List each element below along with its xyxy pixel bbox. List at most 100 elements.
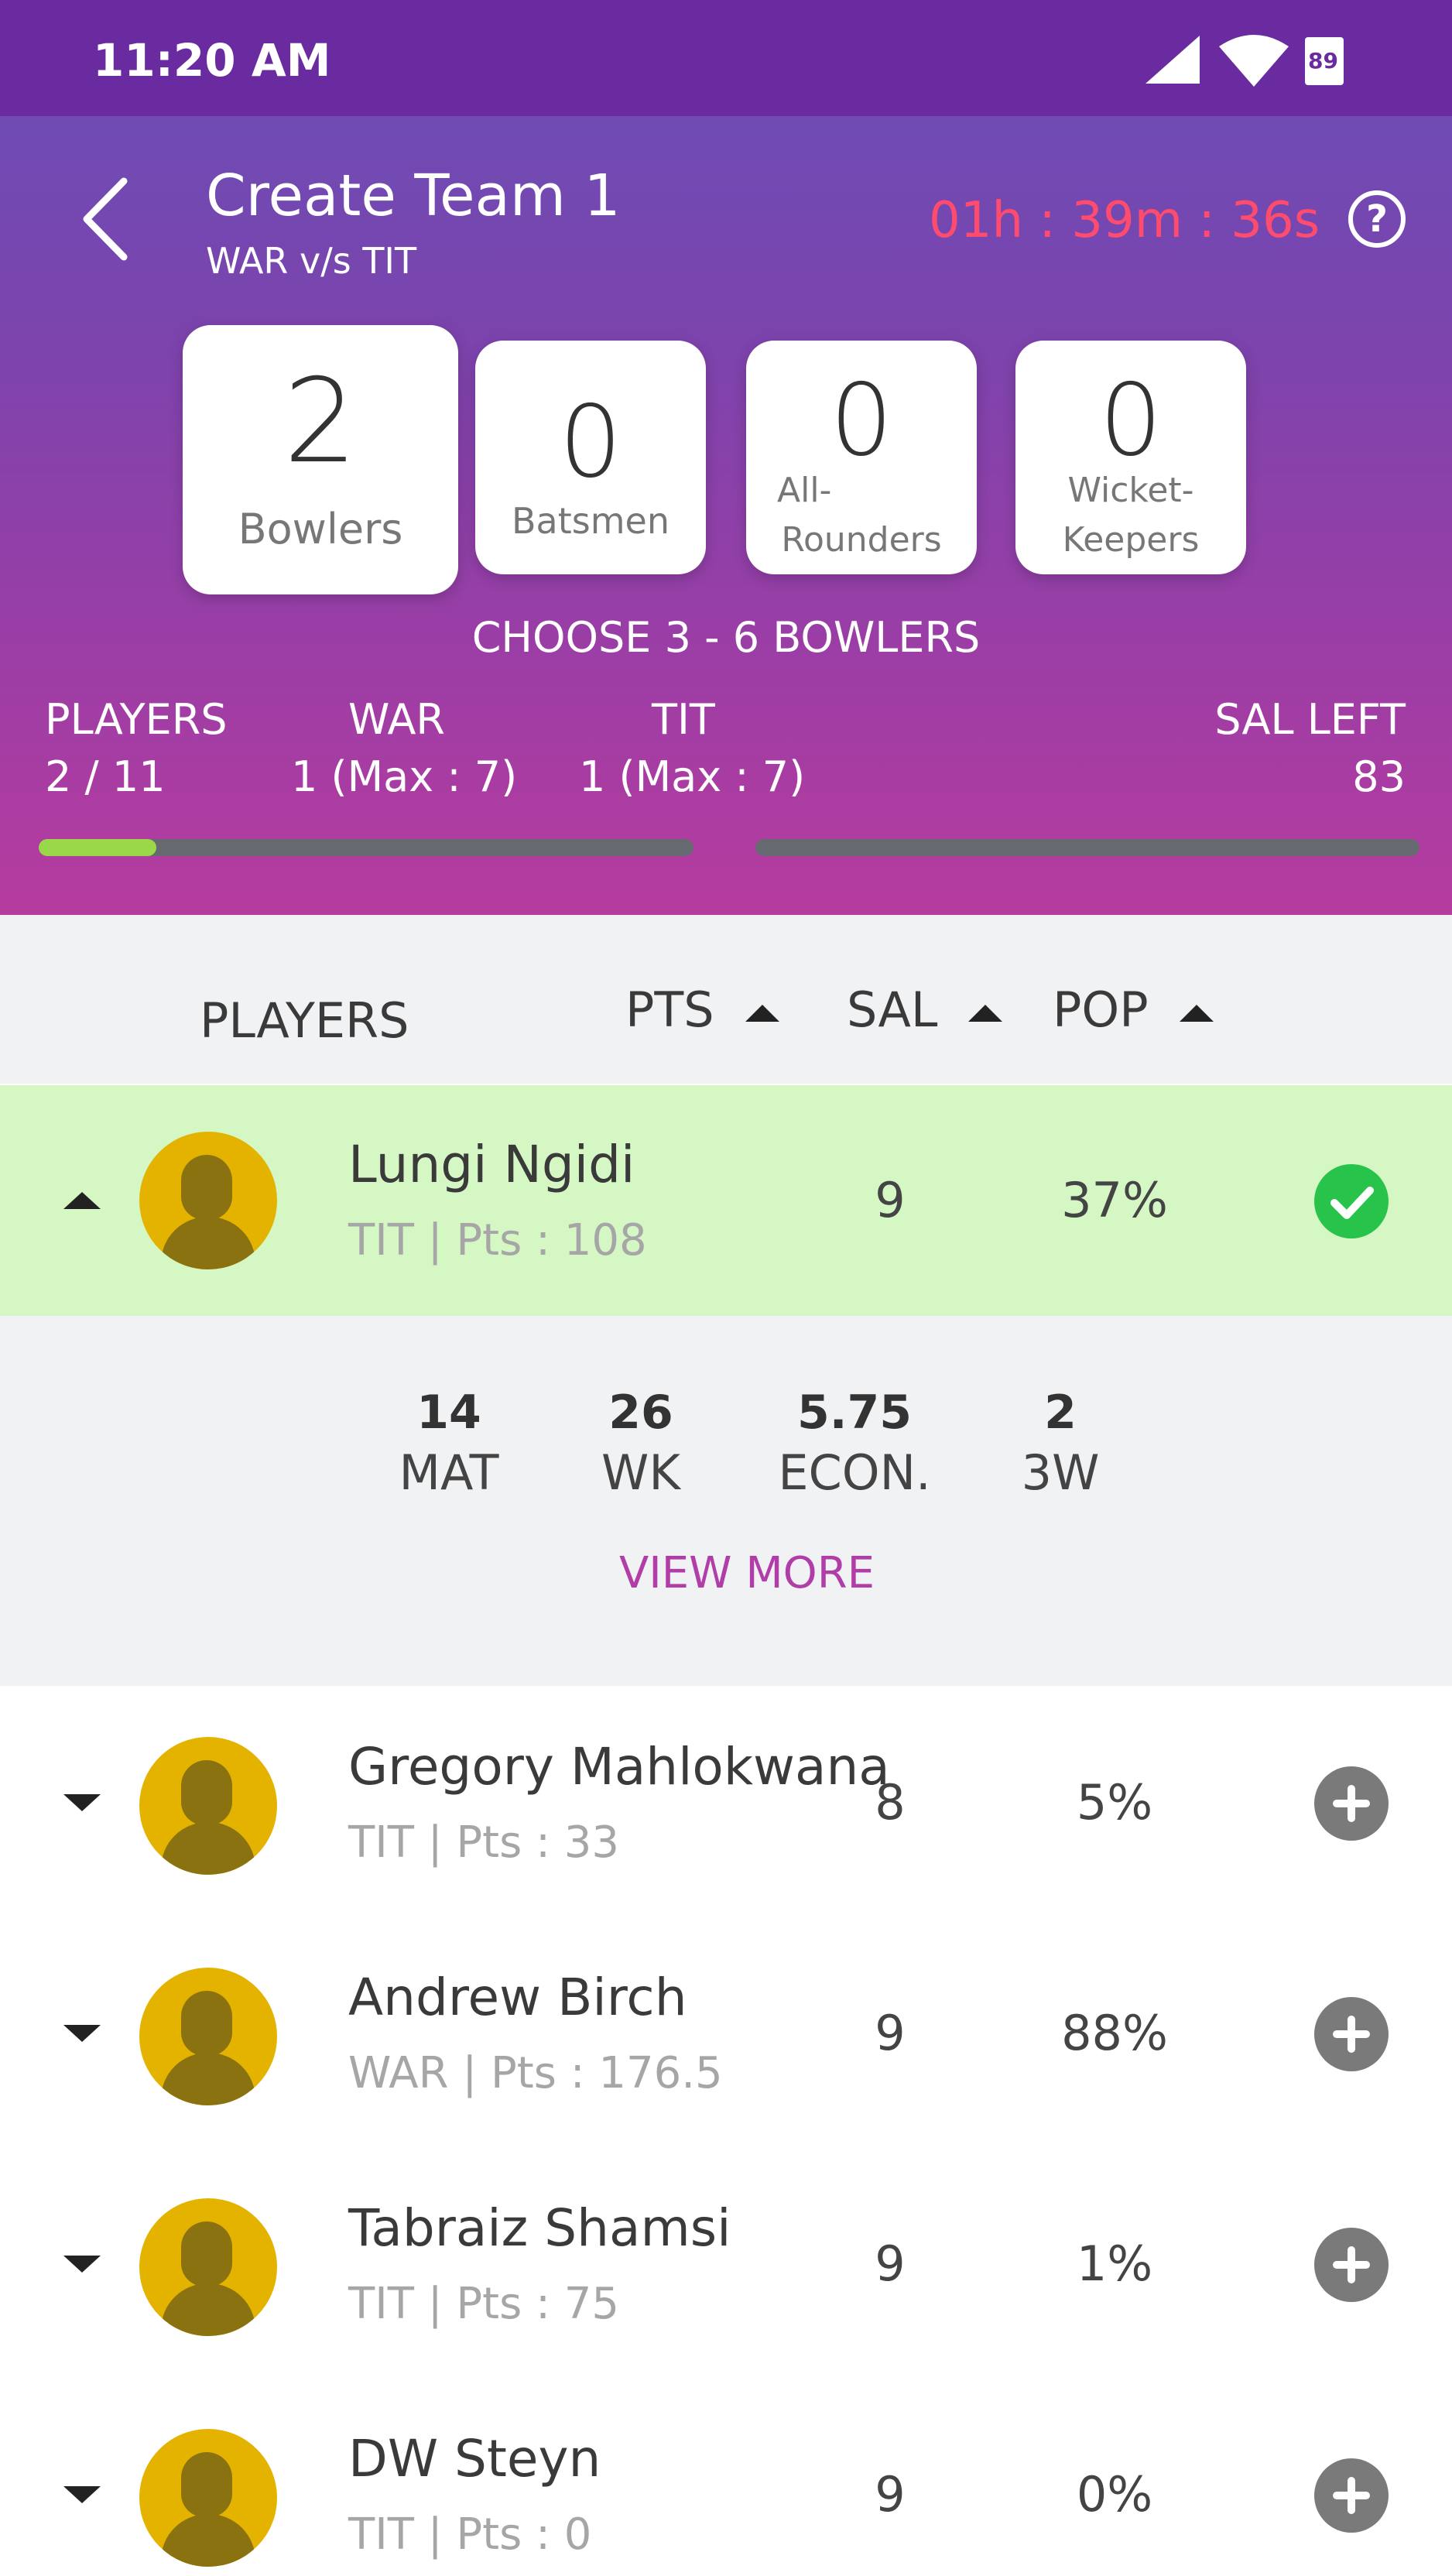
wicket-keepers-label-line2: Keepers [1062, 520, 1200, 560]
column-pop: POP [1053, 981, 1149, 1038]
avatar-head [181, 1155, 232, 1220]
stat-matches: 14 MAT [348, 1386, 550, 1501]
page-title: Create Team 1 [206, 163, 621, 229]
back-arrow-icon[interactable] [77, 176, 132, 262]
player-name: DW Steyn [348, 2429, 601, 2489]
add-player-plus-icon[interactable] [1314, 1766, 1389, 1841]
player-salary: 9 [875, 2235, 906, 2292]
wifi-icon [1219, 35, 1289, 87]
player-popularity: 0% [1076, 2466, 1153, 2523]
player-row[interactable]: Andrew Birch WAR | Pts : 176.5 9 88% [0, 1918, 1452, 2149]
status-bar: 11:20 AM 89 [0, 0, 1452, 116]
avatar-body [161, 1822, 255, 1875]
player-popularity: 37% [1061, 1172, 1168, 1228]
selection-instruction: CHOOSE 3 - 6 BOWLERS [471, 613, 981, 662]
player-row[interactable]: DW Steyn TIT | Pts : 0 9 0% [0, 2379, 1452, 2576]
player-avatar [139, 1968, 277, 2105]
player-meta: TIT | Pts : 33 [348, 1817, 620, 1868]
stat-value: 2 [1044, 1386, 1077, 1440]
stat-label: MAT [399, 1444, 499, 1501]
all-rounders-label-line1: All- [777, 471, 832, 510]
player-stats-panel: 14 MAT 26 WK 5.75 ECON. 2 3W VIEW MORE [0, 1316, 1452, 1686]
batsmen-label: Batsmen [511, 500, 669, 542]
add-player-plus-icon[interactable] [1314, 2228, 1389, 2302]
bowlers-count: 2 [283, 355, 358, 489]
expand-arrow-icon[interactable] [63, 1794, 101, 1811]
expand-arrow-icon[interactable] [63, 2025, 101, 2042]
player-name: Gregory Mahlokwana [348, 1737, 890, 1797]
status-time: 11:20 AM [93, 34, 331, 87]
player-salary: 9 [875, 2466, 906, 2523]
players-progress-bar [39, 839, 693, 856]
selected-check-icon[interactable] [1314, 1164, 1389, 1238]
stat-label: ECON. [778, 1444, 931, 1501]
player-row[interactable]: Tabraiz Shamsi TIT | Pts : 75 9 1% [0, 2149, 1452, 2379]
sort-pop-arrow-icon [1179, 1004, 1214, 1022]
avatar-body [161, 2283, 255, 2336]
player-name: Tabraiz Shamsi [348, 2198, 731, 2258]
player-meta: TIT | Pts : 75 [348, 2279, 620, 2329]
wicket-keepers-count: 0 [1099, 363, 1163, 478]
stat-value: 14 [416, 1386, 481, 1440]
player-row[interactable]: Lungi Ngidi TIT | Pts : 108 9 37% [0, 1085, 1452, 1316]
avatar-head [181, 2221, 232, 2287]
stat-value: 26 [608, 1386, 673, 1440]
player-popularity: 5% [1076, 1774, 1153, 1831]
player-meta: TIT | Pts : 108 [348, 1215, 647, 1266]
player-popularity: 88% [1061, 2005, 1168, 2061]
role-card-wicket-keepers[interactable]: 0 Wicket- Keepers [1015, 341, 1246, 574]
player-avatar [139, 2429, 277, 2567]
team1-count: 1 (Max : 7) [291, 752, 518, 801]
team1-label: WAR [348, 695, 445, 744]
sort-pop-button[interactable]: POP [1053, 981, 1214, 1038]
player-name: Lungi Ngidi [348, 1135, 635, 1194]
team2-count: 1 (Max : 7) [579, 752, 806, 801]
sort-sal-button[interactable]: SAL [847, 981, 1003, 1038]
player-meta: WAR | Pts : 176.5 [348, 2048, 723, 2098]
all-rounders-count: 0 [830, 363, 893, 478]
avatar-head [181, 1991, 232, 2056]
player-row[interactable]: Gregory Mahlokwana TIT | Pts : 33 8 5% [0, 1687, 1452, 1918]
player-meta: TIT | Pts : 0 [348, 2509, 592, 2560]
column-sal: SAL [847, 981, 938, 1038]
stat-economy: 5.75 ECON. [754, 1386, 955, 1501]
player-popularity: 1% [1076, 2235, 1153, 2292]
sort-pts-arrow-icon [745, 1004, 779, 1022]
column-pts: PTS [625, 981, 714, 1038]
all-rounders-label-line2: Rounders [781, 520, 942, 560]
add-player-plus-icon[interactable] [1314, 2458, 1389, 2533]
battery-icon: 89 [1305, 37, 1344, 85]
salary-left-value: 83 [1352, 752, 1406, 801]
column-players: PLAYERS [200, 992, 409, 1049]
add-player-plus-icon[interactable] [1314, 1997, 1389, 2071]
expand-arrow-icon[interactable] [63, 2256, 101, 2273]
player-name: Andrew Birch [348, 1968, 687, 2027]
collapse-arrow-icon[interactable] [63, 1192, 101, 1209]
avatar-body [161, 1217, 255, 1269]
salary-left-label: SAL LEFT [1214, 695, 1406, 744]
stat-label: 3W [1021, 1444, 1100, 1501]
avatar-head [181, 2452, 232, 2517]
signal-icon [1146, 36, 1200, 84]
salary-progress-bar [755, 839, 1419, 856]
wicket-keepers-label-line1: Wicket- [1067, 471, 1194, 510]
role-card-batsmen[interactable]: 0 Batsmen [475, 341, 706, 574]
sort-pts-button[interactable]: PTS [625, 981, 779, 1038]
help-icon[interactable]: ? [1348, 190, 1406, 248]
players-label: PLAYERS [45, 695, 228, 744]
checkmark-glyph [1330, 1187, 1374, 1219]
players-count: 2 / 11 [45, 752, 166, 801]
sort-sal-arrow-icon [968, 1004, 1003, 1022]
view-more-link[interactable]: VIEW MORE [0, 1548, 1452, 1598]
avatar-body [161, 2053, 255, 2105]
role-card-bowlers[interactable]: 2 Bowlers [183, 325, 458, 594]
avatar-head [181, 1760, 232, 1825]
stat-wickets: 26 WK [540, 1386, 741, 1501]
match-subtitle: WAR v/s TIT [206, 240, 417, 282]
countdown-timer: 01h : 39m : 36s [929, 192, 1320, 249]
role-card-all-rounders[interactable]: 0 All- Rounders [746, 341, 977, 574]
expand-arrow-icon[interactable] [63, 2486, 101, 2503]
batsmen-count: 0 [559, 385, 622, 500]
player-avatar [139, 2198, 277, 2336]
player-avatar [139, 1737, 277, 1875]
